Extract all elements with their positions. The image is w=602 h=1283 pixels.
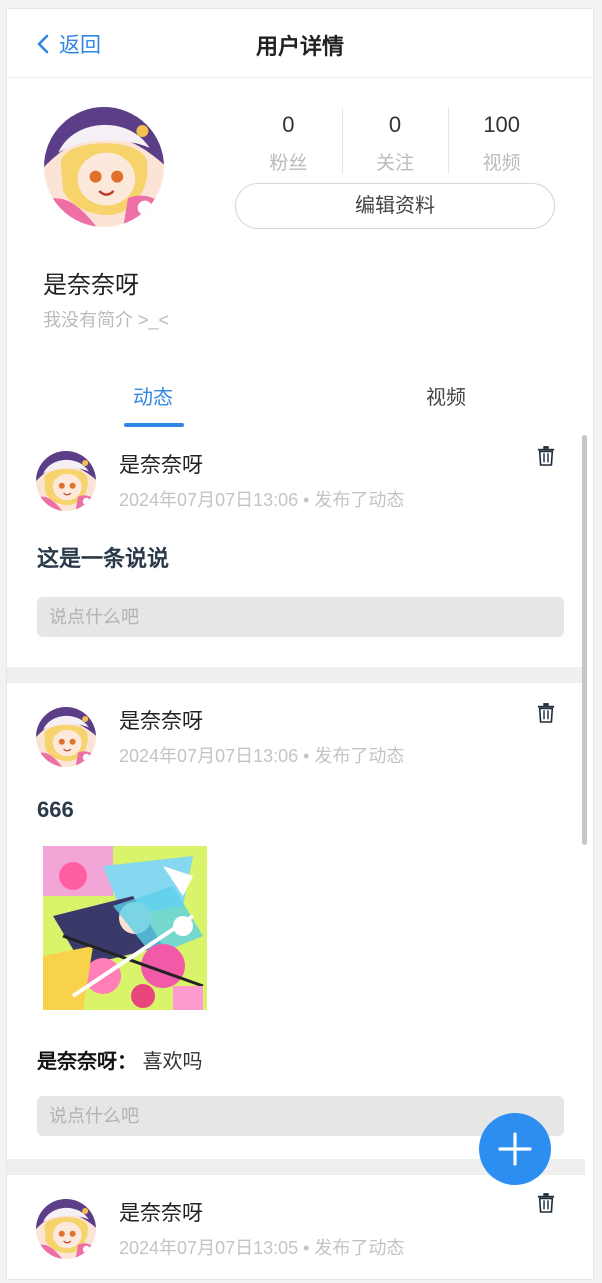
stat-followers[interactable]: 0 粉丝 bbox=[235, 106, 342, 178]
stat-label: 粉丝 bbox=[269, 153, 308, 174]
tab-indicator bbox=[124, 423, 184, 427]
comment-text: 喜欢吗 bbox=[142, 1051, 203, 1073]
add-post-button[interactable] bbox=[479, 1113, 551, 1185]
post-time: 2024年07月07日13:05 • 发布了动态 bbox=[119, 1238, 405, 1258]
comment-input[interactable] bbox=[37, 597, 564, 637]
stat-following[interactable]: 0 关注 bbox=[341, 106, 449, 178]
trash-icon bbox=[537, 446, 555, 466]
stat-videos[interactable]: 100 视频 bbox=[448, 106, 555, 178]
tab-bar: 动态 视频 bbox=[7, 371, 593, 431]
post-time: 2024年07月07日13:06 • 发布了动态 bbox=[119, 490, 405, 510]
profile-avatar[interactable] bbox=[44, 107, 164, 227]
profile-stats: 0 粉丝 0 关注 100 视频 bbox=[235, 106, 555, 178]
post-card: 是奈奈呀 2024年07月07日13:06 • 发布了动态 这是一条说说 bbox=[7, 431, 585, 667]
post-image[interactable] bbox=[43, 846, 207, 1010]
post-time: 2024年07月07日13:06 • 发布了动态 bbox=[119, 746, 405, 766]
edit-profile-button[interactable]: 编辑资料 bbox=[235, 183, 555, 229]
delete-post-button[interactable] bbox=[537, 446, 555, 471]
post-comment: 是奈奈呀： 喜欢吗 bbox=[37, 1045, 203, 1074]
post-divider bbox=[7, 667, 585, 683]
tab-videos[interactable]: 视频 bbox=[426, 381, 466, 410]
post-content: 这是一条说说 bbox=[37, 546, 170, 571]
nav-bar: 返回 用户详情 bbox=[7, 9, 593, 78]
trash-icon bbox=[537, 703, 555, 723]
profile-bio: 我没有简介 >_< bbox=[43, 310, 170, 330]
post-avatar[interactable] bbox=[36, 1199, 96, 1259]
post-card: 是奈奈呀 2024年07月07日13:06 • 发布了动态 666 是奈奈呀： … bbox=[7, 683, 585, 1159]
stat-value: 0 bbox=[388, 112, 402, 137]
post-avatar[interactable] bbox=[36, 451, 96, 511]
plus-icon bbox=[498, 1132, 532, 1166]
profile-username: 是奈奈呀 bbox=[43, 272, 139, 299]
post-author: 是奈奈呀 bbox=[119, 454, 203, 477]
post-author: 是奈奈呀 bbox=[119, 1202, 203, 1225]
app-screen: 返回 用户详情 0 粉丝 0 关注 100 视频 编辑资料 是奈奈呀 我没有简介… bbox=[6, 8, 594, 1280]
post-avatar[interactable] bbox=[36, 707, 96, 767]
comment-author[interactable]: 是奈奈呀： bbox=[37, 1051, 137, 1073]
feed-scrollbar[interactable] bbox=[582, 435, 587, 845]
post-author: 是奈奈呀 bbox=[119, 710, 203, 733]
tab-moments[interactable]: 动态 bbox=[133, 381, 173, 410]
delete-post-button[interactable] bbox=[537, 1193, 555, 1218]
post-card: 是奈奈呀 2024年07月07日13:05 • 发布了动态 bbox=[7, 1175, 585, 1279]
stat-label: 关注 bbox=[376, 153, 415, 174]
page-title: 用户详情 bbox=[255, 34, 344, 59]
delete-post-button[interactable] bbox=[537, 703, 555, 728]
post-content: 666 bbox=[37, 797, 74, 822]
stat-value: 0 bbox=[282, 112, 295, 137]
stat-label: 视频 bbox=[482, 153, 521, 174]
stat-value: 100 bbox=[483, 112, 521, 137]
trash-icon bbox=[537, 1193, 555, 1213]
